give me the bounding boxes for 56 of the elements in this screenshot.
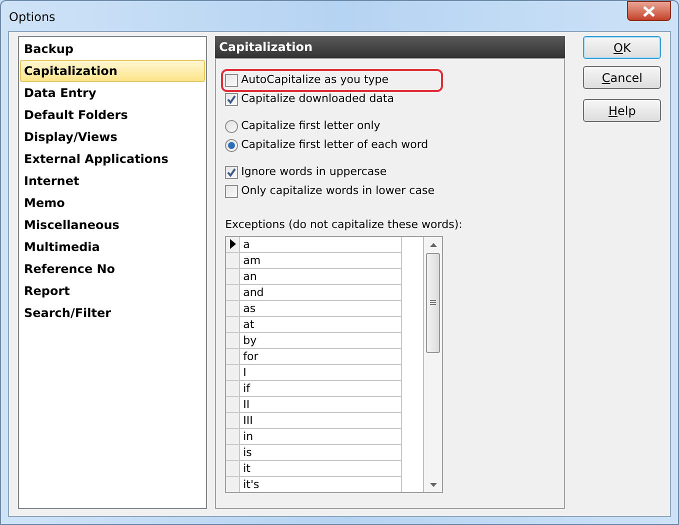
word-cell[interactable]: is — [240, 444, 402, 460]
category-item[interactable]: Default Folders — [20, 104, 206, 126]
current-row-icon — [230, 239, 236, 249]
option-label[interactable]: AutoCapitalize as you type — [241, 72, 389, 89]
category-item[interactable]: External Applications — [20, 148, 206, 170]
word-cell[interactable]: I — [240, 364, 402, 380]
panel-header: Capitalization — [215, 36, 566, 58]
scroll-up-icon[interactable] — [430, 242, 437, 246]
row-header[interactable] — [226, 236, 240, 252]
scroll-down-icon[interactable] — [430, 482, 437, 486]
scrollbar[interactable] — [424, 236, 442, 492]
word-cell[interactable]: at — [240, 316, 402, 332]
close-icon — [643, 6, 655, 16]
word-cell[interactable]: by — [240, 332, 402, 348]
checkbox[interactable] — [225, 185, 238, 198]
category-item[interactable]: Search/Filter — [20, 302, 206, 324]
word-cell[interactable]: an — [240, 268, 402, 284]
word-cell[interactable]: III — [240, 412, 402, 428]
exceptions-label: Exceptions (do not capitalize these words): — [225, 217, 464, 233]
word-cell[interactable]: am — [240, 252, 402, 268]
word-cell[interactable]: in — [240, 428, 402, 444]
category-item[interactable]: Backup — [20, 38, 206, 60]
category-item[interactable]: Reference No — [20, 258, 206, 280]
word-cell[interactable]: if — [240, 380, 402, 396]
scroll-thumb[interactable] — [426, 252, 440, 352]
word-cell[interactable]: it's — [240, 476, 402, 492]
category-item[interactable]: Capitalization — [20, 60, 206, 82]
checkbox[interactable] — [225, 93, 238, 106]
option-label[interactable]: Capitalize first letter of each word — [241, 137, 428, 154]
checkbox[interactable] — [225, 166, 238, 179]
category-item[interactable]: Multimedia — [20, 236, 206, 258]
dialog-button[interactable]: Cancel — [583, 66, 661, 89]
category-item[interactable]: Memo — [20, 192, 206, 214]
option-label[interactable]: Capitalize first letter only — [241, 118, 380, 135]
radio-button[interactable] — [225, 139, 238, 152]
word-cell[interactable]: II — [240, 396, 402, 412]
dialog-button[interactable]: Help — [583, 99, 661, 122]
window-title: Options — [9, 9, 56, 26]
word-cell[interactable]: a — [240, 236, 402, 252]
word-cell[interactable]: and — [240, 284, 402, 300]
category-item[interactable]: Miscellaneous — [20, 214, 206, 236]
option-label[interactable]: Only capitalize words in lower case — [241, 183, 434, 200]
grip-icon — [430, 300, 436, 305]
category-item[interactable]: Report — [20, 280, 206, 302]
dialog-button[interactable]: OK — [583, 36, 661, 59]
radio-button[interactable] — [225, 120, 238, 133]
close-button[interactable] — [627, 1, 671, 21]
checkbox[interactable] — [225, 74, 238, 87]
word-cell[interactable]: for — [240, 348, 402, 364]
option-label[interactable]: Ignore words in uppercase — [241, 164, 387, 181]
category-item[interactable]: Data Entry — [20, 82, 206, 104]
option-label[interactable]: Capitalize downloaded data — [241, 91, 394, 108]
category-item[interactable]: Display/Views — [20, 126, 206, 148]
word-cell[interactable]: as — [240, 300, 402, 316]
word-cell[interactable]: it — [240, 460, 402, 476]
category-item[interactable]: Internet — [20, 170, 206, 192]
